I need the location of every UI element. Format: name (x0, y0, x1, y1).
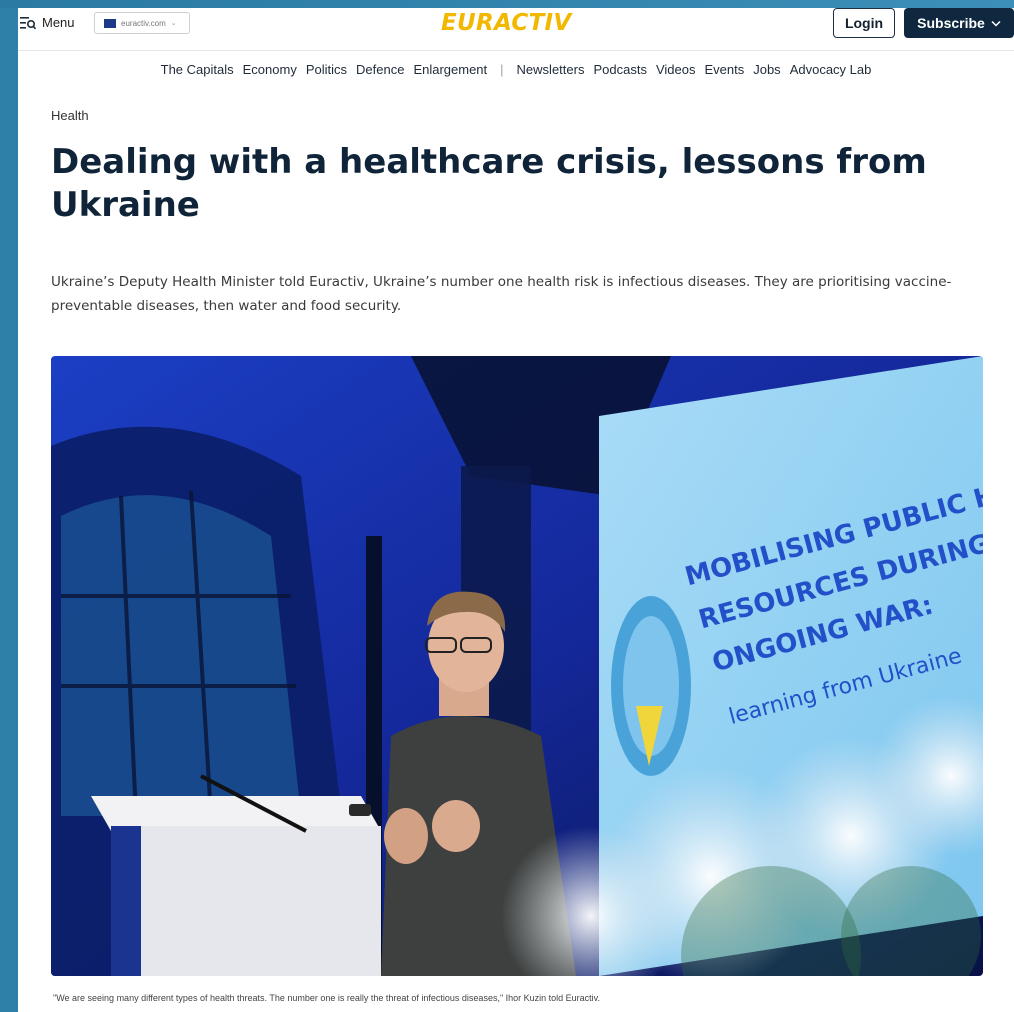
nav-link-jobs[interactable]: Jobs (753, 62, 780, 77)
menu-button[interactable]: Menu (20, 15, 75, 30)
subscribe-label: Subscribe (917, 15, 985, 31)
nav-link-newsletters[interactable]: Newsletters (517, 62, 585, 77)
article-category[interactable]: Health (51, 108, 89, 123)
menu-search-icon (20, 16, 36, 29)
eu-flag-icon (104, 18, 116, 28)
nav-link-podcasts[interactable]: Podcasts (593, 62, 646, 77)
subscribe-button[interactable]: Subscribe (904, 8, 1014, 38)
nav-link-events[interactable]: Events (704, 62, 744, 77)
nav-separator: | (500, 62, 504, 77)
edition-label: euractiv.com (121, 18, 166, 28)
chevron-down-icon: ⌄ (170, 20, 177, 27)
login-button[interactable]: Login (833, 8, 895, 38)
site-header: Menu euractiv.com ⌄ EURACTIV Login Subsc… (18, 8, 1014, 51)
nav-link-videos[interactable]: Videos (656, 62, 696, 77)
edition-selector[interactable]: euractiv.com ⌄ (94, 12, 190, 34)
chevron-down-icon (991, 20, 1001, 27)
nav-link-defence[interactable]: Defence (356, 62, 404, 77)
menu-label: Menu (42, 15, 75, 30)
article-standfirst: Ukraine’s Deputy Health Minister told Eu… (51, 274, 952, 314)
article-hero-image: MOBILISING PUBLIC HEALTH RESOURCES DURIN… (51, 356, 983, 976)
conference-photo: MOBILISING PUBLIC HEALTH RESOURCES DURIN… (51, 356, 983, 976)
main-navigation: The Capitals Economy Politics Defence En… (18, 62, 1014, 77)
nav-link-advocacy-lab[interactable]: Advocacy Lab (790, 62, 872, 77)
nav-link-economy[interactable]: Economy (243, 62, 297, 77)
nav-link-enlargement[interactable]: Enlargement (413, 62, 487, 77)
nav-link-politics[interactable]: Politics (306, 62, 347, 77)
article-page: Menu euractiv.com ⌄ EURACTIV Login Subsc… (18, 8, 1014, 1012)
window-frame (0, 0, 1014, 8)
image-caption: "We are seeing many different types of h… (53, 993, 601, 1003)
site-logo[interactable]: EURACTIV (441, 10, 572, 36)
nav-link-the-capitals[interactable]: The Capitals (161, 62, 234, 77)
article-headline: Dealing with a healthcare crisis, lesson… (51, 142, 927, 225)
